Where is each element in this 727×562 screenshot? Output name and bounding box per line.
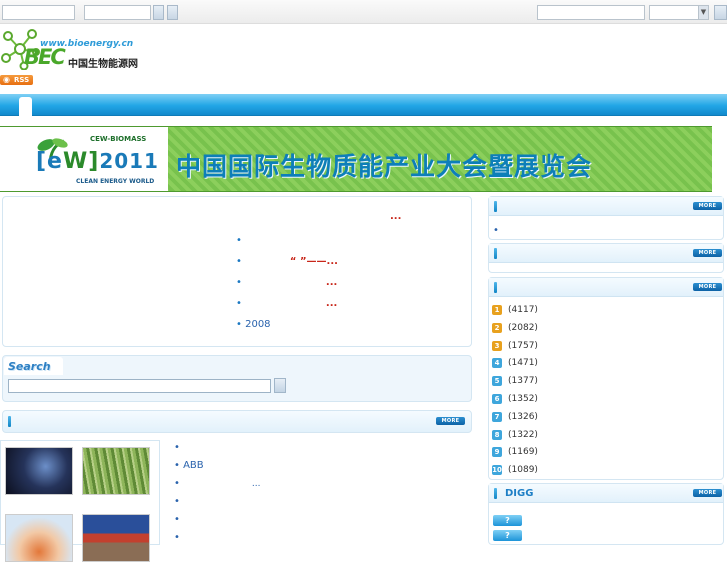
nav-tab-home[interactable] <box>19 97 32 116</box>
sidebar-box-2-header <box>489 244 723 263</box>
top-button-2[interactable] <box>167 5 178 20</box>
event-year: 2011 <box>99 149 159 173</box>
photo-list-item[interactable]: • <box>174 532 180 543</box>
photo-list-item[interactable]: • ABB <box>174 460 204 471</box>
search-input[interactable] <box>8 379 271 393</box>
section-marker-icon <box>8 416 11 427</box>
section-marker-icon <box>494 248 497 259</box>
rank-badge-icon: 5 <box>492 376 502 387</box>
ranking-item[interactable]: 1 (4117) <box>492 305 538 319</box>
event-tag: CEW-BIOMASS <box>90 135 147 143</box>
top-button-3[interactable] <box>714 5 727 20</box>
rank-count: (2082) <box>508 322 538 333</box>
logo-mark: BEC <box>24 45 66 69</box>
ranking-item[interactable]: 10 (1089) <box>492 465 538 479</box>
chevron-down-icon: ▼ <box>698 6 708 19</box>
site-logo[interactable]: www.bioenergy.cn BEC 中国生物能源网 <box>0 28 140 74</box>
top-select[interactable]: ▼ <box>649 5 709 20</box>
ranking-item[interactable]: 9 (1169) <box>492 447 538 461</box>
headline-top-ellipsis[interactable]: ... <box>390 211 401 222</box>
headline-item[interactable]: •... <box>236 298 337 309</box>
top-input-2[interactable] <box>84 5 151 20</box>
rank-badge-icon: 7 <box>492 411 502 422</box>
sidebar-box-1-bullet[interactable]: • <box>493 225 499 236</box>
ranking-item[interactable]: 6 (1352) <box>492 394 538 408</box>
top-button-1[interactable] <box>153 5 164 20</box>
headline-item[interactable]: • 2008 <box>236 319 271 330</box>
event-sub: CLEAN ENERGY WORLD <box>76 178 155 185</box>
banner-title: 中国国际生物质能产业大会暨展览会 <box>176 152 593 181</box>
sidebar-ranking-header <box>489 278 723 297</box>
rank-count: (1352) <box>508 394 538 404</box>
ranking-item[interactable]: 2 (2082) <box>492 322 538 337</box>
ranking-item[interactable]: 7 (1326) <box>492 411 538 426</box>
rank-badge-icon: 8 <box>492 429 502 440</box>
rank-count: (1377) <box>508 376 538 387</box>
more-button-ranking[interactable]: MORE <box>693 283 722 291</box>
event-logo: CEW-BIOMASS [eW]2011 CLEAN ENERGY WORLD <box>0 127 168 191</box>
photo-list-item[interactable]: • <box>174 496 180 507</box>
search-title: Search <box>8 360 51 373</box>
photo-list-item[interactable]: •... <box>174 478 261 489</box>
photo-section-header <box>2 410 472 433</box>
rss-button[interactable]: ◉ RSS <box>0 75 33 85</box>
search-button[interactable] <box>274 378 286 393</box>
rank-count: (1326) <box>508 411 538 422</box>
rank-count: (1471) <box>508 358 538 369</box>
photo-thumb-3[interactable] <box>5 514 73 562</box>
ranking-item[interactable]: 3 (1757) <box>492 340 538 355</box>
photo-thumb-4[interactable] <box>82 514 150 562</box>
more-button-photos[interactable]: MORE <box>436 417 465 425</box>
section-marker-icon <box>494 488 497 499</box>
rank-badge-icon: 6 <box>492 394 502 404</box>
ranking-item[interactable]: 8 (1322) <box>492 429 538 444</box>
top-input-1[interactable] <box>2 5 75 20</box>
digg-button[interactable]: ? <box>493 515 522 526</box>
top-search-input[interactable] <box>537 5 645 20</box>
rss-icon: ◉ <box>3 75 10 84</box>
rank-badge-icon: 10 <box>492 465 502 476</box>
headline-item[interactable]: •... <box>236 277 337 288</box>
rank-count: (1169) <box>508 447 538 458</box>
digg-button[interactable]: ? <box>493 530 522 541</box>
event-banner[interactable]: CEW-BIOMASS [eW]2011 CLEAN ENERGY WORLD … <box>0 126 712 192</box>
rank-badge-icon: 2 <box>492 322 502 333</box>
headline-item[interactable]: • <box>236 235 242 246</box>
ranking-item[interactable]: 5 (1377) <box>492 376 538 390</box>
rank-count: (1322) <box>508 429 538 440</box>
ranking-item[interactable]: 4 (1471) <box>492 358 538 372</box>
headline-item[interactable]: • “ ”——... <box>236 256 338 267</box>
section-marker-icon <box>494 282 497 293</box>
rank-badge-icon: 4 <box>492 358 502 369</box>
photo-thumb-2[interactable] <box>82 447 150 495</box>
more-button-sidebar-2[interactable]: MORE <box>693 249 722 257</box>
rank-count: (1757) <box>508 340 538 351</box>
rank-badge-icon: 9 <box>492 447 502 458</box>
rss-label: RSS <box>14 76 30 84</box>
more-button-digg[interactable]: MORE <box>693 489 722 497</box>
main-nav-bar <box>0 94 727 116</box>
photo-list-item[interactable]: • <box>174 514 180 525</box>
section-marker-icon <box>494 201 497 212</box>
photo-list-item[interactable]: • <box>174 442 180 453</box>
more-button-sidebar-1[interactable]: MORE <box>693 202 722 210</box>
digg-title: DIGG <box>505 488 534 499</box>
event-year-mark: [eW]2011 <box>36 149 159 174</box>
rank-badge-icon: 1 <box>492 305 502 315</box>
photo-thumb-1[interactable] <box>5 447 73 495</box>
rank-count: (1089) <box>508 465 538 476</box>
sidebar-box-1-header <box>489 197 723 216</box>
rank-count: (4117) <box>508 305 538 315</box>
logo-name: 中国生物能源网 <box>68 59 138 70</box>
rank-badge-icon: 3 <box>492 340 502 351</box>
